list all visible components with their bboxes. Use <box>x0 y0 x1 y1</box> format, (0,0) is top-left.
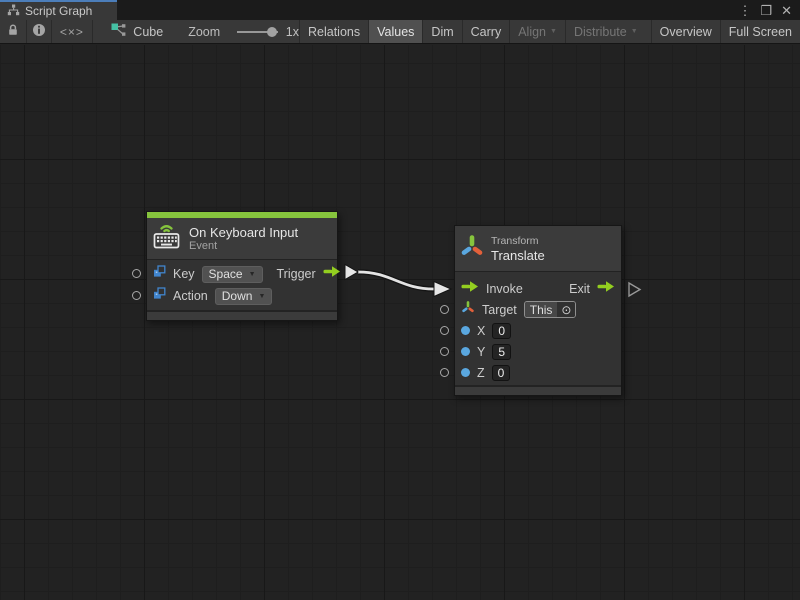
zoom-slider-handle[interactable] <box>267 27 277 37</box>
translate-node-title: Translate <box>491 248 545 263</box>
object-picker-icon[interactable]: ⊙ <box>557 302 575 317</box>
translate-node[interactable]: Transform Translate Invoke Exit <box>454 225 622 396</box>
maximize-icon[interactable]: ❒ <box>760 4 772 17</box>
x-row: X 0 <box>455 320 621 341</box>
z-value-input[interactable]: 0 <box>492 365 511 381</box>
invoke-label: Invoke <box>486 282 523 296</box>
key-input-port[interactable] <box>132 269 141 278</box>
tab-bar: Script Graph ⋮ ❒ ✕ <box>0 0 800 20</box>
wire-source-arrow-icon <box>345 265 358 280</box>
code-icon: <×> <box>60 25 84 39</box>
z-row: Z 0 <box>455 362 621 383</box>
event-node-subtitle: Event <box>189 240 298 253</box>
relations-button[interactable]: Relations <box>299 20 368 43</box>
trigger-output-port[interactable] <box>323 265 341 283</box>
event-node-footer <box>147 310 337 320</box>
keyboard-icon <box>152 220 182 257</box>
wire[interactable] <box>358 272 434 289</box>
event-node-body: Key Space▼ Trigger Action <box>147 260 337 310</box>
transform-mini-icon <box>461 300 475 319</box>
target-input-port[interactable] <box>440 305 449 314</box>
y-input-port[interactable] <box>440 347 449 356</box>
carry-button[interactable]: Carry <box>462 20 510 43</box>
x-input-port[interactable] <box>440 326 449 335</box>
y-label: Y <box>477 345 485 359</box>
translate-node-category: Transform <box>491 235 545 248</box>
close-icon[interactable]: ✕ <box>781 4 792 17</box>
z-input-port[interactable] <box>440 368 449 377</box>
zoom-label: Zoom <box>188 20 220 43</box>
float-dot-icon <box>461 326 470 335</box>
translate-node-header[interactable]: Transform Translate <box>455 226 621 272</box>
float-dot-icon <box>461 368 470 377</box>
exit-flow-triangle-icon <box>629 283 640 296</box>
y-row: Y 5 <box>455 341 621 362</box>
fullscreen-button[interactable]: Full Screen <box>720 20 800 43</box>
tab-script-graph[interactable]: Script Graph <box>0 0 117 20</box>
translate-node-footer <box>455 385 621 395</box>
action-input-port[interactable] <box>132 291 141 300</box>
y-value-input[interactable]: 5 <box>492 344 511 360</box>
x-label: X <box>477 324 485 338</box>
graph-canvas[interactable]: On Keyboard Input Event Key Space▼ Trigg… <box>0 45 800 600</box>
target-label: Target <box>482 303 517 317</box>
action-dropdown[interactable]: Down▼ <box>215 288 273 305</box>
event-node-title: On Keyboard Input <box>189 225 298 240</box>
action-label: Action <box>173 289 208 303</box>
chevron-down-icon: ▼ <box>258 293 265 300</box>
exit-label: Exit <box>569 282 590 296</box>
key-row: Key Space▼ Trigger <box>147 263 337 285</box>
script-graph-window: Script Graph ⋮ ❒ ✕ <×> Cu <box>0 0 800 600</box>
zoom-value: 1x <box>286 20 299 43</box>
x-value-input[interactable]: 0 <box>492 323 511 339</box>
dim-button[interactable]: Dim <box>422 20 461 43</box>
connection-layer <box>0 45 800 600</box>
toolbar: <×> Cube Zoom 1x Relations Values Dim Ca… <box>0 20 800 44</box>
keycode-icon <box>153 265 166 283</box>
invoke-row: Invoke Exit <box>455 278 621 299</box>
keycode-icon <box>153 287 166 305</box>
menu-icon[interactable]: ⋮ <box>738 4 751 17</box>
graph-ref-label: Cube <box>133 25 163 39</box>
translate-node-body: Invoke Exit <box>455 272 621 385</box>
trigger-label: Trigger <box>277 267 316 281</box>
event-node[interactable]: On Keyboard Input Event Key Space▼ Trigg… <box>146 211 338 321</box>
wire-outline <box>358 272 434 289</box>
chevron-down-icon: ▼ <box>550 28 557 35</box>
zoom-slider[interactable] <box>237 31 278 33</box>
graph-node-icon <box>111 23 127 40</box>
lock-button[interactable] <box>0 20 26 43</box>
overview-button[interactable]: Overview <box>651 20 720 43</box>
values-button[interactable]: Values <box>368 20 422 43</box>
graph-hierarchy-icon <box>7 4 20 19</box>
exit-output-port[interactable] <box>597 280 615 298</box>
event-node-header[interactable]: On Keyboard Input Event <box>147 218 337 260</box>
z-label: Z <box>477 366 485 380</box>
align-button[interactable]: Align▼ <box>509 20 565 43</box>
key-label: Key <box>173 267 195 281</box>
code-view-button[interactable]: <×> <box>52 20 92 43</box>
target-row: Target This ⊙ <box>455 299 621 320</box>
toolbar-buttons: Relations Values Dim Carry Align▼ Distri… <box>299 20 800 43</box>
float-dot-icon <box>461 347 470 356</box>
window-controls: ⋮ ❒ ✕ <box>738 0 800 20</box>
lock-icon <box>6 23 20 40</box>
distribute-button[interactable]: Distribute▼ <box>565 20 646 43</box>
target-object-field[interactable]: This ⊙ <box>524 301 577 318</box>
info-button[interactable] <box>26 20 51 43</box>
chevron-down-icon: ▼ <box>249 271 256 278</box>
tab-title: Script Graph <box>25 4 92 18</box>
info-icon <box>32 23 46 40</box>
wire-dest-arrow-icon <box>434 282 451 297</box>
chevron-down-icon: ▼ <box>631 28 638 35</box>
action-row: Action Down▼ <box>147 285 337 307</box>
key-dropdown[interactable]: Space▼ <box>202 266 263 283</box>
transform-icon <box>460 233 484 264</box>
graph-reference[interactable]: Cube <box>111 20 163 43</box>
invoke-input-port[interactable] <box>461 280 479 298</box>
